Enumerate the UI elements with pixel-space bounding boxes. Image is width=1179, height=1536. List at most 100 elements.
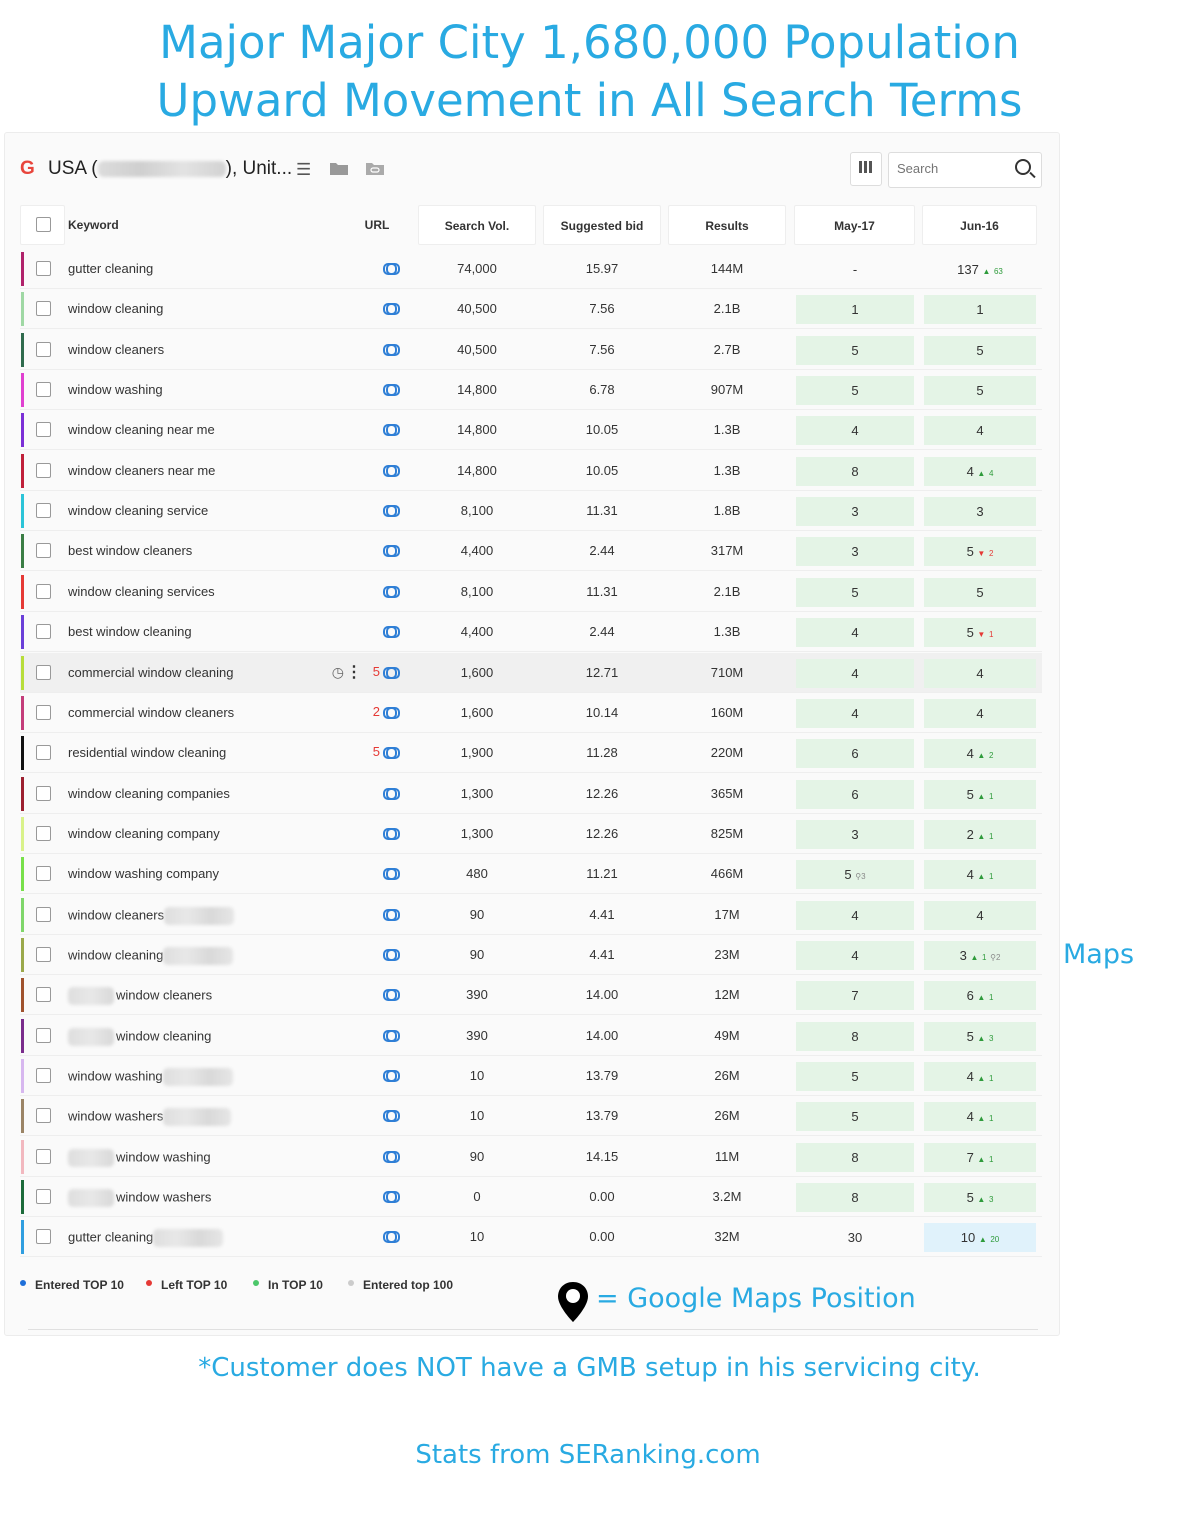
keyword-cell[interactable]: window washing company — [68, 866, 219, 881]
link-icon[interactable] — [383, 585, 400, 598]
may-position-cell[interactable]: 1 — [796, 295, 914, 325]
row-checkbox[interactable] — [36, 382, 51, 398]
may-position-cell[interactable]: - — [796, 255, 914, 284]
jun-position-cell[interactable]: 3 — [924, 497, 1036, 527]
row-checkbox[interactable] — [36, 422, 51, 438]
row-checkbox[interactable] — [36, 946, 51, 962]
keyword-cell[interactable]: window washers — [68, 1189, 211, 1208]
jun-position-cell[interactable]: 4 ▲ 1 — [924, 1062, 1036, 1091]
column-search-vol[interactable]: Search Vol. — [418, 205, 536, 245]
may-position-cell[interactable]: 8 — [796, 456, 914, 486]
jun-position-cell[interactable]: 4 ▲ 1 — [924, 1102, 1036, 1132]
jun-position-cell[interactable]: 4 — [924, 900, 1036, 930]
table-row[interactable]: window cleaning 40,500 7.56 2.1B 1 1 — [20, 289, 1042, 330]
link-folder-icon[interactable] — [366, 160, 384, 180]
link-icon[interactable] — [383, 383, 400, 397]
may-position-cell[interactable]: 4 — [796, 658, 914, 688]
jun-position-cell[interactable]: 6 ▲ 1 — [924, 981, 1036, 1011]
link-icon[interactable] — [383, 867, 400, 881]
project-selector[interactable]: USA (), Unit... — [48, 158, 292, 180]
row-checkbox[interactable] — [36, 664, 51, 680]
table-row[interactable]: window cleaning services 8,100 11.31 2.1B 5 5 — [20, 572, 1042, 612]
may-position-cell[interactable]: 8 — [796, 1021, 914, 1051]
keyword-cell[interactable]: window cleaning — [68, 946, 234, 965]
table-row[interactable]: window cleaners 40,500 7.56 2.7B 5 5 — [20, 330, 1042, 370]
row-checkbox[interactable] — [36, 543, 51, 559]
keyword-cell[interactable]: best window cleaning — [68, 624, 192, 639]
jun-position-cell[interactable]: 5 — [924, 376, 1036, 406]
keyword-cell[interactable]: window cleaners — [68, 342, 164, 357]
table-row[interactable]: commercial window cleaners 2 1,600 10.14 160… — [20, 693, 1042, 733]
link-icon[interactable] — [383, 504, 400, 518]
may-position-cell[interactable]: 4 — [796, 416, 914, 446]
column-url[interactable]: URL — [342, 205, 412, 245]
may-position-cell[interactable]: 4 — [796, 900, 914, 930]
row-checkbox[interactable] — [36, 583, 51, 599]
link-icon[interactable] — [383, 827, 400, 840]
row-checkbox[interactable] — [36, 1148, 51, 1164]
may-position-cell[interactable]: 3 — [796, 819, 914, 849]
row-checkbox[interactable] — [36, 866, 51, 882]
table-row[interactable]: window cleaning 390 14.00 49M 8 5 ▲ 3 — [20, 1016, 1042, 1056]
may-position-cell[interactable]: 3 — [796, 497, 914, 527]
row-checkbox[interactable] — [36, 704, 51, 720]
url-count-badge[interactable]: 5 — [373, 744, 380, 759]
keyword-cell[interactable]: window cleaning services — [68, 584, 215, 599]
url-count-badge[interactable]: 5 — [373, 664, 380, 679]
keyword-cell[interactable]: commercial window cleaning — [68, 665, 233, 680]
table-row[interactable]: window cleaners 390 14.00 12M 7 6 ▲ 1 — [20, 975, 1042, 1016]
jun-position-cell[interactable]: 4 — [924, 698, 1036, 728]
table-row[interactable]: window cleaning company 1,300 12.26 825M 3 2 … — [20, 814, 1042, 854]
link-icon[interactable] — [383, 1230, 400, 1244]
table-row[interactable]: residential window cleaning 5 1,900 11.28 22… — [20, 733, 1042, 774]
link-icon[interactable] — [383, 948, 400, 961]
table-row[interactable]: window washing 14,800 6.78 907M 5 5 — [20, 370, 1042, 411]
table-row[interactable]: window washing company 480 11.21 466M 5 ⚲3 4 … — [20, 854, 1042, 895]
table-row[interactable]: window cleaners 90 4.41 17M 4 4 — [20, 895, 1042, 935]
keyword-cell[interactable]: window cleaners — [68, 987, 212, 1006]
table-row[interactable]: window washers 0 0.00 3.2M 8 5 ▲ 3 — [20, 1177, 1042, 1218]
jun-position-cell[interactable]: 7 ▲ 1 — [924, 1142, 1036, 1172]
link-icon[interactable] — [383, 1069, 400, 1082]
jun-position-cell[interactable]: 5 ▼ 2 — [924, 537, 1036, 567]
may-position-cell[interactable]: 30 — [796, 1223, 914, 1252]
row-checkbox[interactable] — [36, 785, 51, 801]
history-icon[interactable]: ◷ — [332, 664, 344, 681]
table-row[interactable]: gutter cleaning 74,000 15.97 144M - 137 ▲ 63 — [20, 249, 1042, 289]
keyword-cell[interactable]: commercial window cleaners — [68, 705, 234, 720]
folder-icon[interactable] — [330, 160, 348, 180]
more-options-icon[interactable]: ⋮ — [346, 662, 362, 682]
jun-position-cell[interactable]: 10 ▲ 20 — [924, 1223, 1036, 1253]
jun-position-cell[interactable]: 4 ▲ 1 — [924, 860, 1036, 890]
table-row[interactable]: window cleaning 90 4.41 23M 4 3 ▲ 1 ⚲2 — [20, 935, 1042, 975]
table-row[interactable]: window washing 90 14.15 11M 8 7 ▲ 1 — [20, 1137, 1042, 1177]
row-checkbox[interactable] — [36, 503, 51, 519]
link-icon[interactable] — [383, 787, 400, 800]
link-icon[interactable] — [383, 988, 400, 1002]
may-position-cell[interactable]: 6 — [796, 779, 914, 809]
row-checkbox[interactable] — [36, 624, 51, 640]
column-results[interactable]: Results — [668, 205, 786, 245]
table-row[interactable]: best window cleaning 4,400 2.44 1.3B 4 5 ▼ 1 — [20, 612, 1042, 653]
keyword-cell[interactable]: window cleaning companies — [68, 786, 230, 801]
keyword-cell[interactable]: best window cleaners — [68, 543, 192, 558]
keyword-cell[interactable]: window washing — [68, 382, 163, 397]
row-checkbox[interactable] — [36, 987, 51, 1003]
row-checkbox[interactable] — [36, 1108, 51, 1124]
link-icon[interactable] — [383, 1190, 400, 1204]
may-position-cell[interactable]: 5 — [796, 335, 914, 365]
link-icon[interactable] — [383, 1109, 400, 1123]
table-row[interactable]: commercial window cleaning ◷ ⋮ 5 1,600 12.71 7… — [20, 652, 1042, 693]
row-checkbox[interactable] — [36, 825, 51, 841]
jun-position-cell[interactable]: 3 ▲ 1 ⚲2 — [924, 940, 1036, 970]
keyword-cell[interactable]: window washing — [68, 1148, 211, 1167]
table-row[interactable]: window cleaning near me 14,800 10.05 1.3B 4 4 — [20, 410, 1042, 451]
row-checkbox[interactable] — [36, 1229, 51, 1245]
jun-position-cell[interactable]: 5 — [924, 577, 1036, 607]
table-row[interactable]: window cleaning companies 1,300 12.26 365M 6… — [20, 774, 1042, 814]
url-count-badge[interactable]: 2 — [373, 704, 380, 719]
jun-position-cell[interactable]: 4 — [924, 658, 1036, 688]
column-suggested-bid[interactable]: Suggested bid — [543, 205, 661, 245]
search-input[interactable] — [897, 161, 1007, 176]
table-row[interactable]: gutter cleaning 10 0.00 32M 30 10 ▲ 20 — [20, 1217, 1042, 1258]
